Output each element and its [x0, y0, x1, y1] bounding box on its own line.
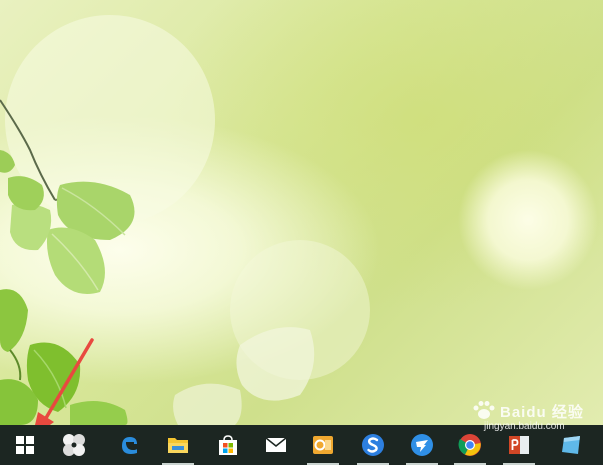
desktop-wallpaper [0, 0, 603, 425]
watermark-brand: Baidu 经验 [500, 404, 584, 421]
watermark-url: jingyan.baidu.com [484, 421, 565, 432]
sogou-browser-button[interactable] [351, 425, 395, 465]
outlook-button[interactable] [301, 425, 345, 465]
outlook-icon [313, 436, 333, 454]
folder-icon [168, 438, 188, 453]
bird-icon [411, 434, 433, 456]
store-button[interactable] [206, 425, 250, 465]
start-button[interactable] [3, 425, 47, 465]
pinwheel-icon [63, 434, 85, 456]
taskview-button[interactable] [52, 425, 96, 465]
edge-icon [122, 437, 137, 454]
store-icon [219, 435, 237, 455]
mail-button[interactable] [254, 425, 298, 465]
edge-button[interactable] [107, 425, 151, 465]
windows-logo-icon [16, 436, 34, 454]
chrome-icon [458, 434, 481, 456]
baidu-watermark: Baidu 经验 jingyan.baidu.com [470, 400, 603, 436]
paw-logo-icon [473, 401, 495, 419]
leaves-illustration [0, 15, 370, 425]
file-explorer-button[interactable] [156, 425, 200, 465]
s-browser-icon [362, 434, 384, 456]
powerpoint-icon [509, 436, 529, 454]
mail-icon [265, 437, 287, 452]
blue-window-icon [562, 436, 580, 454]
dingtalk-button[interactable] [400, 425, 444, 465]
